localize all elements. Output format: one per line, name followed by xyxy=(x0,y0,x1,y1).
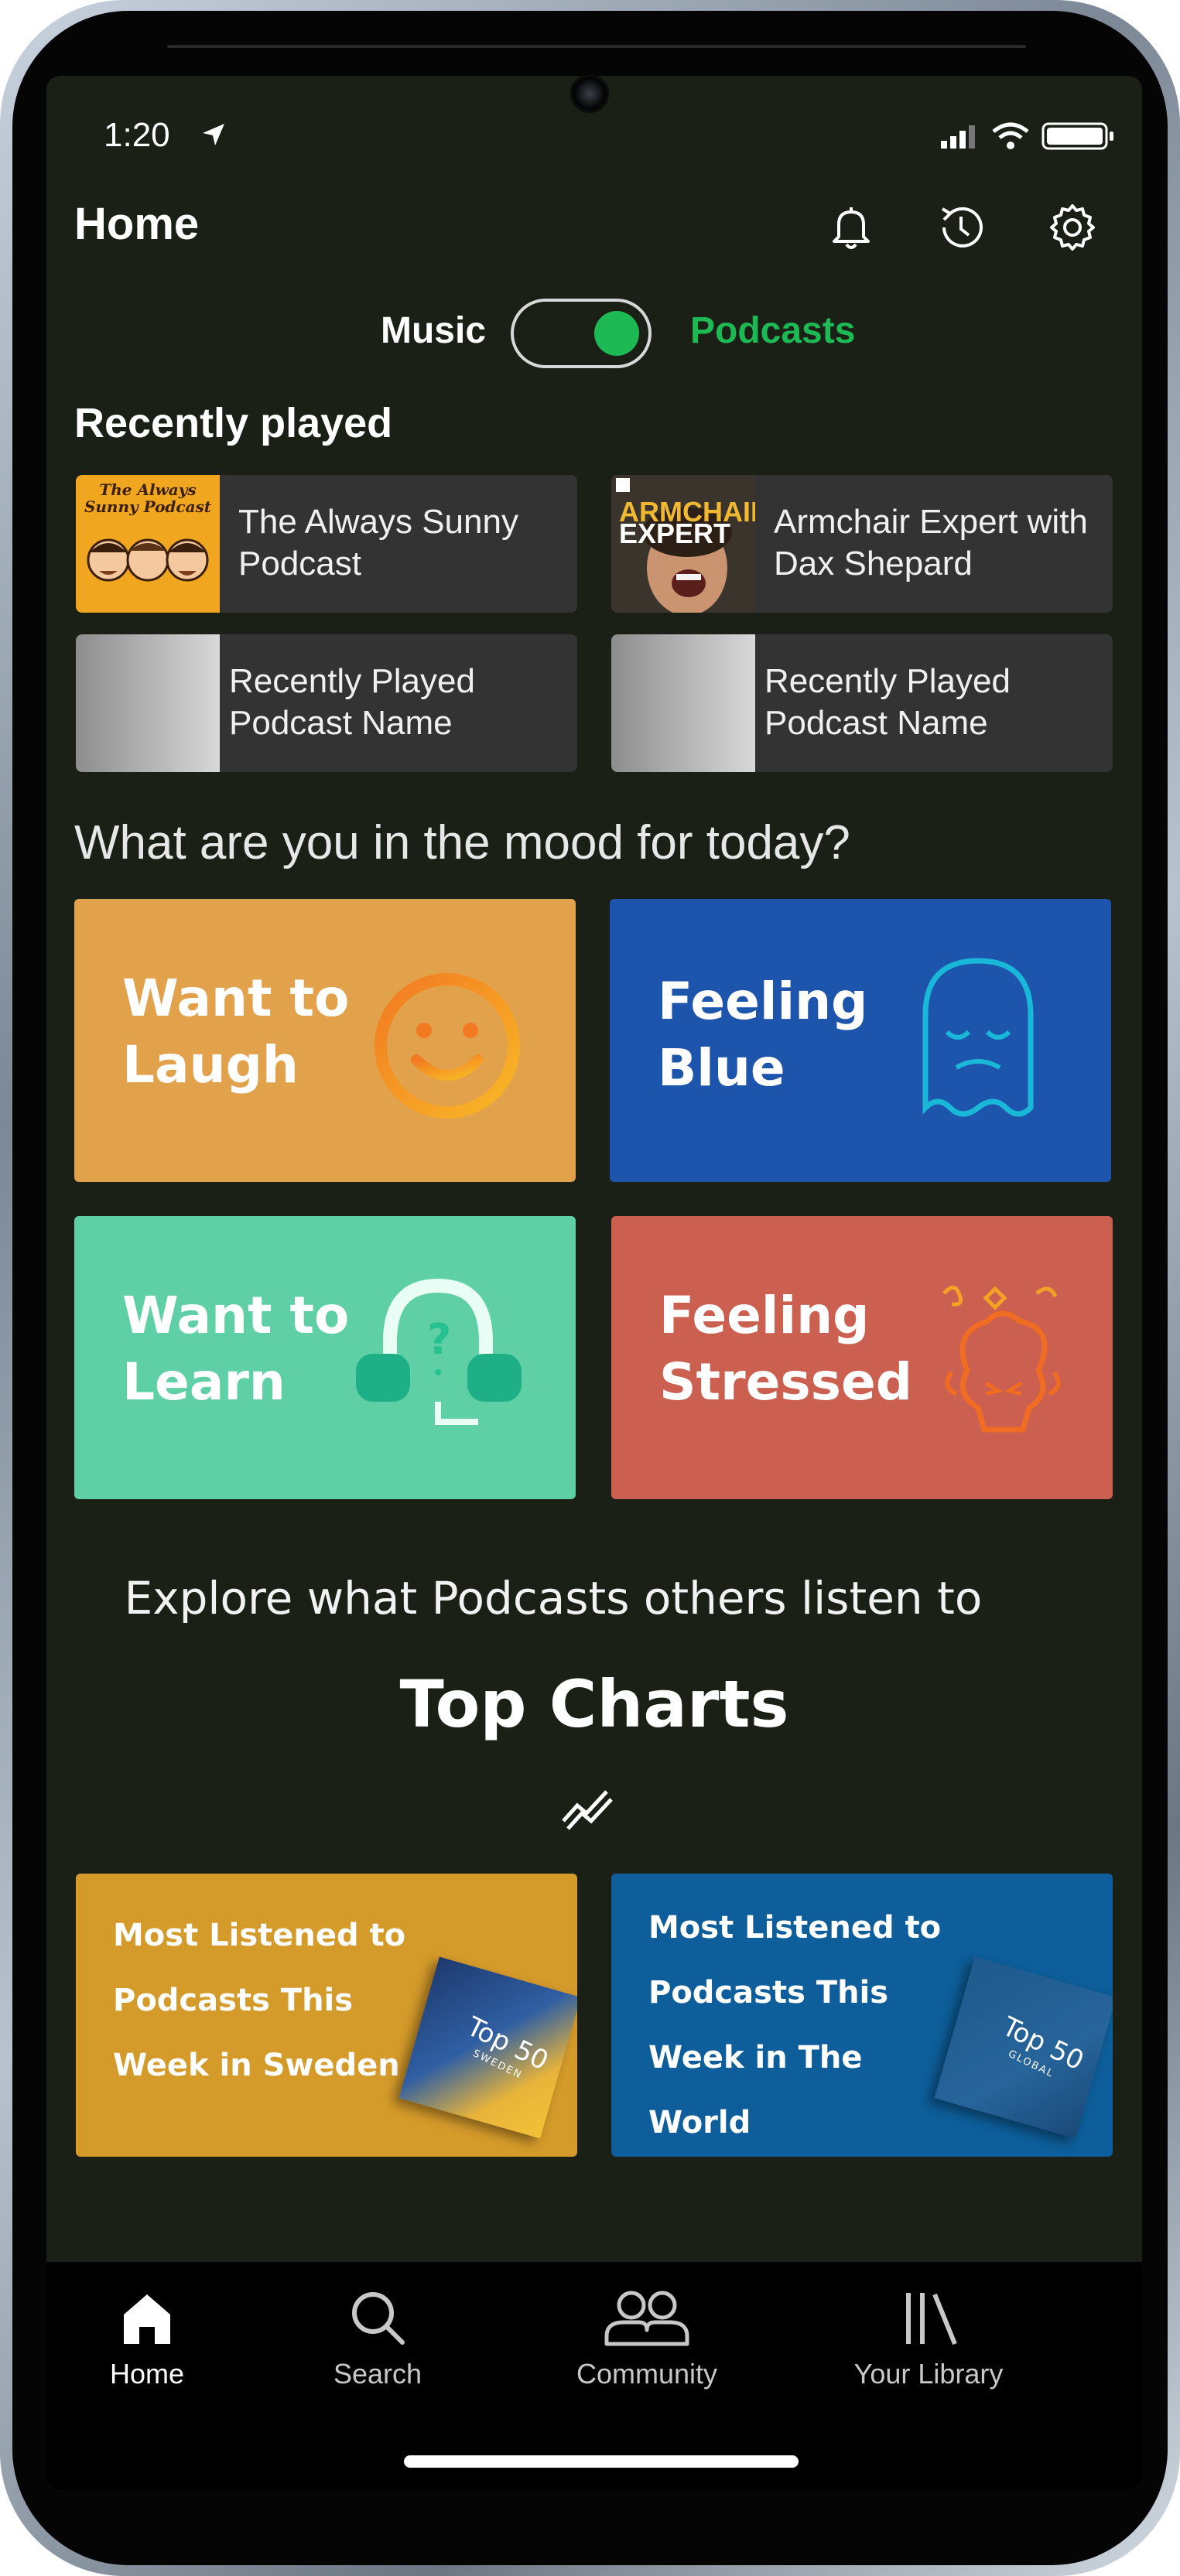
recently-played-heading: Recently played xyxy=(74,400,393,446)
nav-your-library[interactable]: Your Library xyxy=(828,2285,1029,2417)
battery-icon xyxy=(1041,122,1113,150)
armchair-expert-art: ARMCHAIR EXPERT xyxy=(611,475,771,613)
recent-tile-placeholder-2[interactable]: Recently Played Podcast Name xyxy=(611,634,1113,772)
nav-community-label: Community xyxy=(576,2358,718,2390)
front-camera xyxy=(570,74,609,113)
chart-card-sweden[interactable]: Most Listened to Podcasts This Week in S… xyxy=(76,1874,577,2157)
home-indicator[interactable] xyxy=(404,2455,799,2468)
mood-card-label: Want to Laugh xyxy=(122,969,350,1095)
nav-home[interactable]: Home xyxy=(46,2285,248,2417)
recent-tile-label: The Always Sunny Podcast xyxy=(238,503,518,583)
library-icon xyxy=(906,2293,957,2345)
toggle-podcasts-label[interactable]: Podcasts xyxy=(690,309,855,352)
always-sunny-art: The Always Sunny Podcast xyxy=(84,480,212,605)
community-icon xyxy=(604,2291,689,2346)
page-title: Home xyxy=(74,199,200,249)
recent-tile-always-sunny[interactable]: The Always Sunny Podcast The Always Sunn… xyxy=(76,475,577,613)
podcast-cover-placeholder xyxy=(76,634,220,772)
mood-heading: What are you in the mood for today? xyxy=(74,816,850,869)
trend-chart-icon xyxy=(562,1790,613,1830)
chart-card-world[interactable]: Most Listened to Podcasts This Week in T… xyxy=(611,1874,1113,2157)
always-sunny-cover: The Always Sunny Podcast xyxy=(76,475,220,613)
app-screen: 1:20 Home Music Podcasts Recently played… xyxy=(46,76,1142,2489)
location-arrow-icon xyxy=(203,124,224,145)
mood-card-learn[interactable]: Want to Learn ? xyxy=(74,1216,576,1499)
bottom-nav: Home Search Community Your Library xyxy=(46,2262,1142,2489)
explore-text: Explore what Podcasts others listen to xyxy=(124,1572,983,1625)
search-icon xyxy=(352,2292,405,2345)
stressed-head-icon xyxy=(942,1286,1061,1433)
mood-card-label: Want to Learn xyxy=(122,1286,350,1412)
nav-your-library-label: Your Library xyxy=(853,2358,1004,2390)
music-podcast-toggle-row: Music Podcasts xyxy=(46,296,1142,373)
nav-home-label: Home xyxy=(109,2358,185,2390)
recent-tile-armchair-expert[interactable]: ARMCHAIR EXPERT Armchair Expert with Dax… xyxy=(611,475,1113,613)
mood-card-feeling-blue[interactable]: Feeling Blue xyxy=(610,899,1111,1182)
global-cover: Top 50 GLOBAL xyxy=(934,1956,1113,2139)
gear-icon[interactable] xyxy=(1045,200,1100,255)
svg-text:Sunny Podcast: Sunny Podcast xyxy=(84,497,212,516)
recent-tile-label: Recently Played Podcast Name xyxy=(229,662,475,742)
toggle-music-label[interactable]: Music xyxy=(381,309,486,352)
svg-text:?: ? xyxy=(427,1315,451,1364)
podcast-cover-placeholder xyxy=(611,634,755,772)
mood-card-laugh[interactable]: Want to Laugh xyxy=(74,899,576,1182)
sad-ghost-icon xyxy=(922,958,1034,1117)
top-charts-title: Top Charts xyxy=(399,1666,789,1742)
status-indicators xyxy=(941,122,1113,150)
recent-tile-label: Recently Played Podcast Name xyxy=(764,662,1011,742)
recent-tile-label: Armchair Expert with Dax Shepard xyxy=(774,503,1088,583)
home-icon xyxy=(124,2294,170,2344)
svg-text:EXPERT: EXPERT xyxy=(619,518,730,549)
nav-search-label: Search xyxy=(333,2358,422,2390)
nav-search[interactable]: Search xyxy=(277,2285,478,2417)
headset-question-icon: ? xyxy=(356,1278,522,1425)
bell-icon[interactable] xyxy=(823,200,879,255)
speaker-grille xyxy=(167,45,1026,48)
status-time: 1:20 xyxy=(104,116,170,154)
mood-card-feeling-stressed[interactable]: Feeling Stressed xyxy=(611,1216,1113,1499)
chart-card-label: Most Listened to Podcasts This Week in S… xyxy=(113,1918,406,2083)
chart-card-label: Most Listened to Podcasts This Week in T… xyxy=(648,1910,942,2140)
smiley-face-icon xyxy=(375,973,520,1119)
history-icon[interactable] xyxy=(933,200,989,255)
recent-tile-placeholder-1[interactable]: Recently Played Podcast Name xyxy=(76,634,577,772)
switch-knob xyxy=(594,311,639,356)
mood-card-label: Feeling Stressed xyxy=(659,1286,912,1412)
sweden-cover: Top 50 SWEDEN xyxy=(398,1956,577,2139)
mood-card-label: Feeling Blue xyxy=(658,972,868,1098)
svg-text:The Always: The Always xyxy=(99,480,196,499)
armchair-expert-cover: ARMCHAIR EXPERT xyxy=(611,475,771,613)
wifi-icon xyxy=(992,122,1029,149)
music-podcast-switch[interactable] xyxy=(511,299,652,368)
nav-community[interactable]: Community xyxy=(546,2285,747,2417)
signal-icon xyxy=(941,125,975,149)
